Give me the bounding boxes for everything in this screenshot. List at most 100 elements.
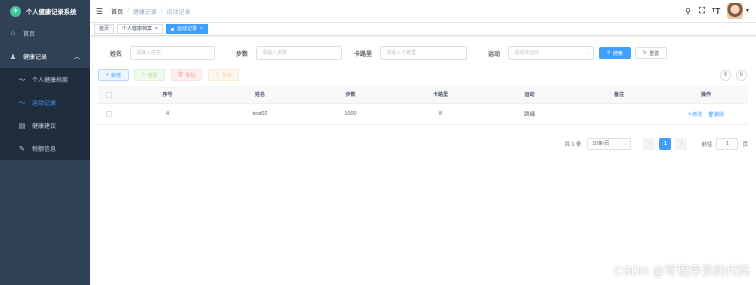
reset-button-label: 重置	[649, 50, 660, 57]
table-row[interactable]: 4 test02 1000 8 跳绳 ✎修改 🗑删除	[98, 104, 748, 125]
breadcrumb-health-records: 健康记录	[132, 9, 157, 16]
export-button[interactable]: ⇩ 导出	[208, 69, 239, 81]
sidebar-item-label: 运动记录	[32, 101, 57, 107]
plus-icon: +	[106, 72, 109, 78]
name-input[interactable]: 请输入姓名	[130, 46, 215, 60]
row-delete-link[interactable]: 🗑删除	[708, 112, 724, 118]
toggle-search-button[interactable]: ⚲	[720, 69, 731, 81]
font-size-icon[interactable]: ᵀT	[709, 7, 723, 16]
add-button[interactable]: + 新增	[98, 69, 129, 81]
pagination-total: 共 1 条	[564, 142, 582, 148]
chevron-down-icon: ⌄	[623, 141, 628, 147]
navbar: ☰ 首页 / 健康记录 / 运动记录 ⚲ ⛶ ᵀT ▼	[90, 0, 756, 22]
page-size-select[interactable]: 10条/页 ⌄	[587, 138, 632, 150]
pagination: 共 1 条 10条/页 ⌄ ‹ 1 › 前往 1 页	[564, 138, 748, 150]
home-icon: ⌂	[10, 30, 16, 37]
refresh-icon: ↻	[739, 72, 744, 78]
edit-button[interactable]: ✎ 修改	[134, 69, 165, 81]
row-edit-link[interactable]: ✎修改	[688, 112, 702, 118]
column-header: 序号	[162, 92, 173, 98]
document-icon: ▤	[18, 122, 26, 130]
cell-actions: ✎修改 🗑删除	[664, 111, 748, 118]
page-suffix: 页	[742, 142, 748, 148]
row-delete-label: 删除	[714, 111, 725, 118]
fullscreen-icon[interactable]: ⛶	[695, 6, 709, 16]
reset-button[interactable]: ↻ 重置	[635, 47, 667, 59]
select-all-cell	[98, 91, 120, 98]
row-checkbox[interactable]	[106, 111, 112, 117]
tag-home[interactable]: 首页	[94, 24, 115, 34]
chevron-up-icon: ︿	[73, 55, 80, 61]
prev-page-button[interactable]: ‹	[643, 138, 656, 150]
sport-select-placeholder: 请选择运动	[514, 50, 540, 56]
sidebar-item-label: 个人健康档案	[32, 78, 69, 84]
column-header: 卡路里	[432, 92, 448, 98]
cell-name: test02	[252, 111, 268, 117]
refresh-button[interactable]: ↻	[736, 69, 747, 81]
next-page-button[interactable]: ›	[675, 138, 688, 150]
cell-steps: 1000	[344, 111, 357, 117]
pulse-icon: 〜	[18, 76, 26, 84]
table-header: 序号 姓名 步数 卡路里 运动 备注 操作	[98, 86, 748, 104]
avatar[interactable]	[727, 3, 744, 19]
sidebar-item-home[interactable]: ⌂ 首页	[0, 22, 90, 45]
steps-label: 步数	[235, 51, 248, 58]
breadcrumb-home[interactable]: 首页	[111, 7, 123, 16]
tag-exercise-records[interactable]: 运动记录 ×	[165, 24, 208, 34]
sidebar: ✈ 个人健康记录系统 ⌂ 首页 ♟ 健康记录 ︿ 〜 个人健康档案 〜 运动记录…	[0, 0, 90, 285]
sidebar-item-label: 税额信息	[32, 147, 57, 153]
page-size-value: 10条/页	[592, 141, 610, 147]
sidebar-item-health-advice[interactable]: ▤ 健康建议	[0, 114, 90, 137]
sidebar-item-label: 首页	[23, 32, 36, 38]
tag-label: 个人健康档案	[122, 25, 153, 32]
tag-health-profile[interactable]: 个人健康档案 ×	[117, 24, 163, 34]
chevron-right-icon: ›	[680, 141, 683, 147]
add-button-label: 新增	[110, 72, 121, 79]
tag-label: 运动记录	[176, 25, 197, 32]
column-header: 步数	[345, 92, 356, 98]
header-tools: ⚲ ⛶ ᵀT ▼	[681, 3, 750, 19]
cell-calories: 8	[438, 111, 443, 117]
sport-select[interactable]: 请选择运动 ⌄	[508, 46, 594, 60]
calories-input[interactable]: 请输入卡路里	[380, 46, 467, 60]
sidebar-item-tax-info[interactable]: ✎ 税额信息	[0, 137, 90, 160]
caret-down-icon[interactable]: ▼	[745, 8, 750, 14]
search-icon[interactable]: ⚲	[681, 7, 695, 16]
brand-title: 个人健康记录系统	[26, 8, 77, 16]
watermark: CSDN @写程序员的代码	[613, 264, 750, 278]
breadcrumb-separator: /	[160, 8, 163, 14]
goto-page-input[interactable]: 1	[716, 138, 739, 150]
column-header: 姓名	[254, 92, 265, 98]
breadcrumb-separator: /	[127, 8, 129, 14]
breadcrumb-exercise-records: 运动记录	[166, 9, 191, 16]
form-item-calories: 卡路里 请输入卡路里	[348, 46, 467, 60]
search-form: 姓名 请输入姓名 步数 请输入步数 卡路里 请输入卡路里 运动 请选择运动 ⌄ …	[90, 46, 756, 62]
steps-input[interactable]: 请输入步数	[256, 46, 342, 60]
sidebar-item-exercise-records[interactable]: 〜 运动记录	[0, 91, 90, 114]
close-icon[interactable]: ×	[155, 25, 158, 34]
search-icon: ⚲	[607, 50, 611, 56]
search-button-label: 搜索	[612, 50, 623, 57]
sidebar-item-health-profile[interactable]: 〜 个人健康档案	[0, 68, 90, 91]
main-content: ☰ 首页 / 健康记录 / 运动记录 ⚲ ⛶ ᵀT ▼ 首页 个人健康档案 × 运…	[90, 0, 756, 285]
submenu: 〜 个人健康档案 〜 运动记录 ▤ 健康建议 ✎ 税额信息	[0, 68, 90, 160]
delete-button-label: 删除	[185, 72, 196, 79]
edit-button-label: 修改	[147, 72, 158, 79]
select-all-checkbox[interactable]	[106, 91, 112, 98]
search-button[interactable]: ⚲ 搜索	[599, 47, 631, 59]
brand[interactable]: ✈ 个人健康记录系统	[0, 0, 90, 22]
sidebar-group-health-records[interactable]: ♟ 健康记录 ︿	[0, 45, 90, 68]
download-icon: ⇩	[215, 72, 220, 78]
tag-label: 首页	[99, 25, 110, 32]
breadcrumb: 首页 / 健康记录 / 运动记录	[111, 7, 190, 16]
column-header: 备注	[613, 92, 624, 98]
close-icon[interactable]: ×	[200, 25, 203, 34]
pulse-icon: 〜	[18, 99, 26, 107]
edit-icon: ✎	[19, 145, 25, 153]
calories-label: 卡路里	[353, 51, 372, 58]
delete-button[interactable]: 🗑 删除	[171, 69, 202, 81]
sidebar-group-label: 健康记录	[23, 55, 48, 61]
search-icon: ⚲	[723, 72, 728, 78]
hamburger-icon[interactable]: ☰	[96, 7, 103, 16]
page-number-button[interactable]: 1	[659, 138, 672, 150]
